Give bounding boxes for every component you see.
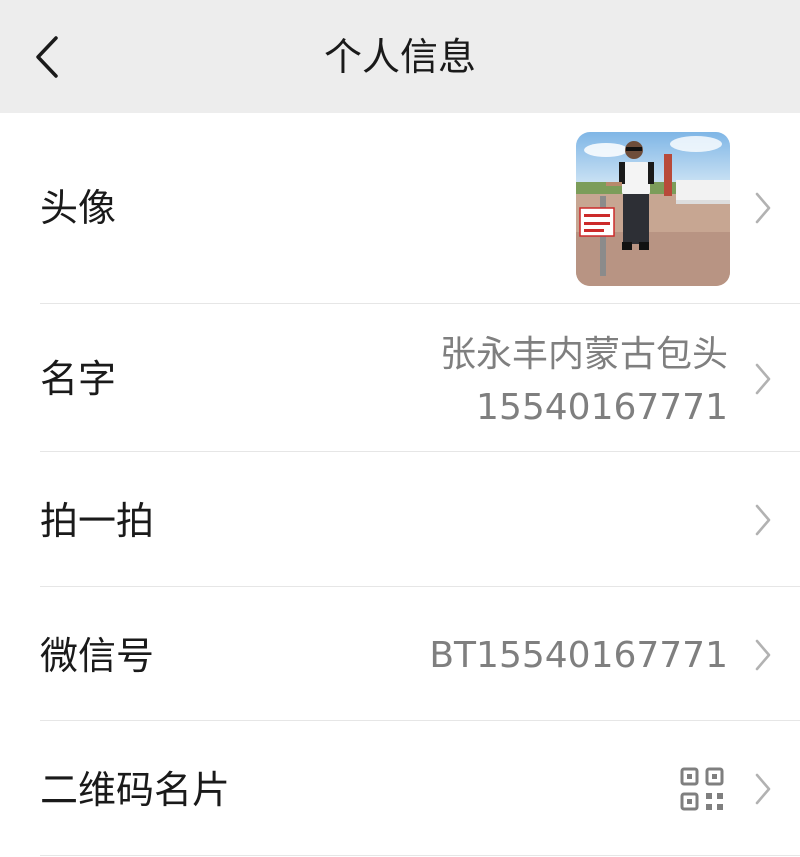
personal-info-page: 个人信息 头像 名字 张永丰内蒙古包头 15540167771 拍一拍 微信号 … — [0, 0, 800, 857]
wechat-id-value: BT15540167771 — [429, 635, 728, 676]
qr-code-icon — [680, 767, 724, 811]
avatar[interactable] — [576, 132, 730, 286]
avatar-row[interactable]: 头像 — [0, 113, 800, 304]
qrcode-row[interactable]: 二维码名片 — [0, 721, 800, 856]
wechat-id-label: 微信号 — [40, 634, 155, 678]
chevron-right-icon — [755, 363, 771, 395]
qrcode-label: 二维码名片 — [40, 768, 231, 812]
divider — [40, 855, 800, 856]
wechat-id-row[interactable]: 微信号 BT15540167771 — [0, 587, 800, 721]
avatar-label: 头像 — [40, 186, 117, 230]
page-title: 个人信息 — [323, 35, 476, 79]
chevron-right-icon — [755, 192, 771, 224]
name-value-line2: 15540167771 — [476, 387, 728, 428]
name-label: 名字 — [40, 357, 117, 401]
pat-row[interactable]: 拍一拍 — [0, 452, 800, 587]
chevron-right-icon — [755, 504, 771, 536]
name-row[interactable]: 名字 张永丰内蒙古包头 15540167771 — [0, 304, 800, 452]
pat-label: 拍一拍 — [40, 499, 155, 543]
name-value-line1: 张永丰内蒙古包头 — [439, 334, 728, 375]
chevron-right-icon — [755, 639, 771, 671]
nav-header: 个人信息 — [0, 0, 800, 113]
chevron-right-icon — [755, 773, 771, 805]
